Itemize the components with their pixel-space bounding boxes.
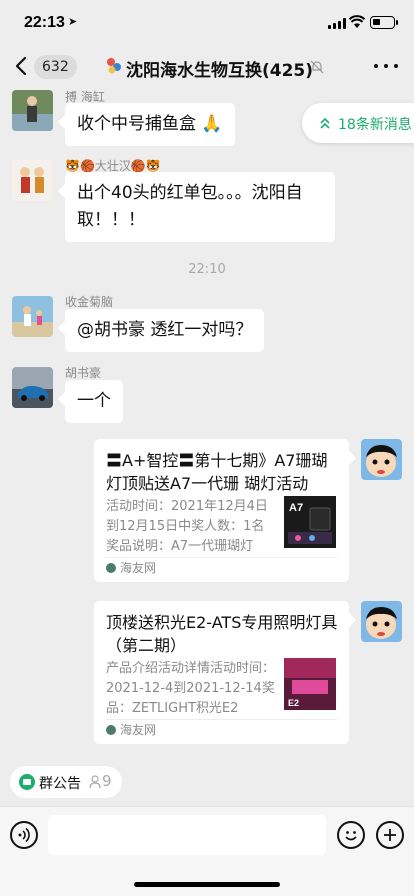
my-avatar[interactable] <box>361 601 402 642</box>
announcement-label: 群公告 <box>39 776 81 792</box>
card-description: 活动时间：2021年12月4日到12月15日中奖人数：1名奖品说明：A7一代珊瑚… <box>106 499 268 554</box>
message-bubble[interactable]: @胡书豪 透红一对吗？ <box>65 309 265 352</box>
group-emoji-icon <box>107 58 121 74</box>
card-thumb-label: E2 <box>288 698 299 708</box>
wifi-icon <box>349 15 365 28</box>
smiley-icon <box>345 831 357 841</box>
card-title: 〓A+智控〓第十七期》A7珊瑚灯顶贴送A7一代珊 瑚灯活动 <box>106 451 328 493</box>
card-source-name: 海友网 <box>120 723 157 737</box>
link-card[interactable]: 顶楼送积光E2-ATS专用照明灯具（第二期） 产品介绍活动详情活动时间：2021… <box>94 601 349 744</box>
mute-bell-icon <box>310 60 324 74</box>
source-logo-icon <box>106 562 116 573</box>
message-bubble[interactable]: 收个中号捕鱼盒 🙏 <box>65 103 235 146</box>
status-bar: 22:13 ➤ <box>0 0 414 48</box>
home-indicator <box>134 882 280 887</box>
new-messages-label: 18条新消息 <box>338 117 412 133</box>
cellular-signal-icon <box>328 18 346 29</box>
time-divider: 22:10 <box>188 262 226 277</box>
source-logo-icon <box>106 724 116 735</box>
avatar[interactable] <box>12 367 53 408</box>
avatar[interactable] <box>12 296 53 337</box>
link-card[interactable]: 〓A+智控〓第十七期》A7珊瑚灯顶贴送A7一代珊 瑚灯活动 活动时间：2021年… <box>94 439 349 582</box>
sender-name: 胡书豪 <box>65 366 102 380</box>
message-input[interactable] <box>48 815 326 855</box>
card-divider <box>106 557 337 558</box>
card-source-name: 海友网 <box>120 561 157 575</box>
more-options-button[interactable] <box>374 54 398 78</box>
chat-title: 沈阳海水生物互换(425) <box>126 61 314 81</box>
announcement-icon <box>19 774 35 790</box>
sender-name: 收金菊脑 <box>65 295 114 309</box>
card-title: 顶楼送积光E2-ATS专用照明灯具（第二期） <box>106 613 338 655</box>
voice-icon <box>18 827 30 843</box>
message-bubble[interactable]: 出个40头的红单包。。。沈阳自取！！！ <box>65 172 335 242</box>
emoji-button[interactable] <box>337 821 365 849</box>
back-chevron-icon[interactable] <box>14 56 28 76</box>
person-icon <box>89 775 101 789</box>
message-bubble[interactable]: 一个 <box>65 380 123 423</box>
chat-header: 632 沈阳海水生物互换(425) <box>0 48 414 88</box>
group-announcement-button[interactable]: 群公告 9 <box>10 766 122 798</box>
my-avatar[interactable] <box>361 439 402 480</box>
more-actions-button[interactable] <box>376 821 404 849</box>
card-thumbnail: E2 <box>284 658 336 710</box>
card-description: 产品介绍活动详情活动时间：2021-12-4到2021-12-14奖品：ZETL… <box>106 661 276 716</box>
card-thumb-label: A7 <box>289 502 303 514</box>
plus-icon <box>384 829 396 841</box>
avatar[interactable] <box>12 90 53 131</box>
card-divider <box>106 719 337 720</box>
card-thumbnail: A7 <box>284 496 336 548</box>
battery-icon <box>370 16 398 29</box>
status-time: 22:13 <box>24 14 65 31</box>
avatar[interactable] <box>12 160 53 201</box>
announcement-count: 9 <box>102 772 112 790</box>
location-arrow-icon: ➤ <box>68 15 78 28</box>
voice-input-button[interactable] <box>10 821 38 849</box>
double-chevron-up-icon <box>320 117 330 129</box>
new-messages-pill[interactable]: 18条新消息 <box>302 103 414 143</box>
card-source: 海友网 <box>106 721 156 738</box>
back-unread-count[interactable]: 632 <box>34 55 77 79</box>
card-source: 海友网 <box>106 559 156 576</box>
